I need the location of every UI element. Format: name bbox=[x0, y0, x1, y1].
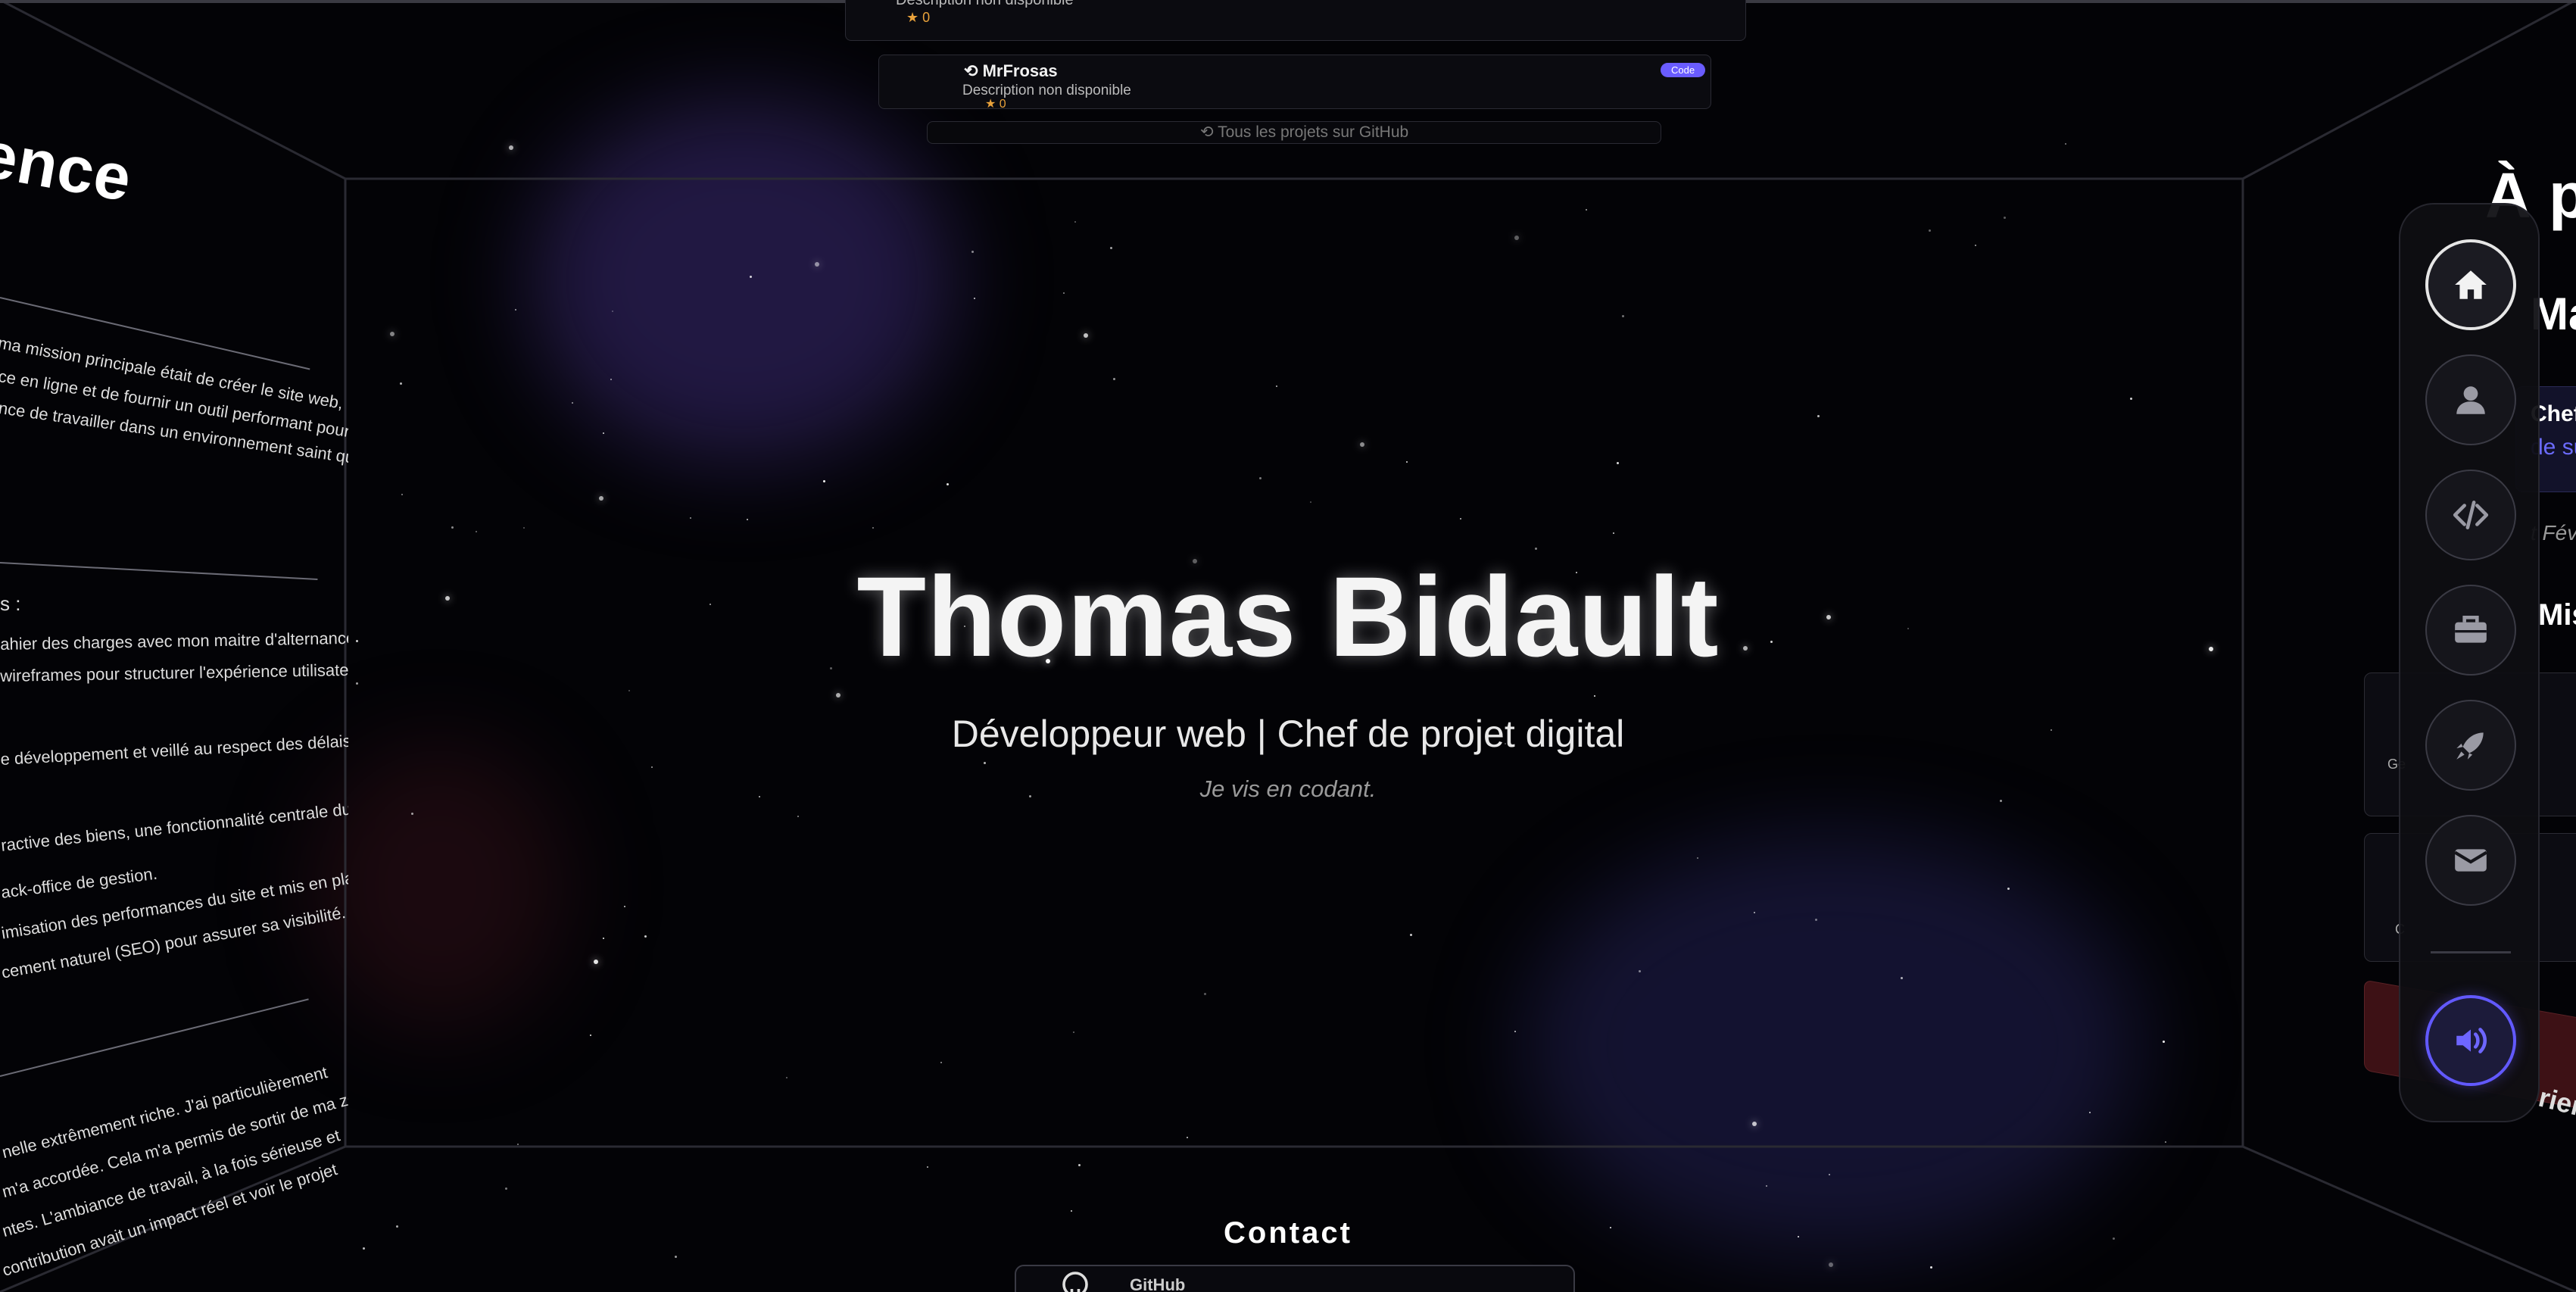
project-description: Description non disponible bbox=[896, 0, 1074, 8]
experience-label: rience bbox=[2535, 1081, 2576, 1131]
star-count: 0 bbox=[999, 98, 1006, 111]
nav-contact-button[interactable] bbox=[2425, 815, 2516, 906]
mail-icon bbox=[2454, 849, 2487, 872]
project-card-mrfrosas[interactable]: ⟲ MrFrosas Description non disponible ★ … bbox=[878, 55, 1711, 111]
hero-subtitle: Développeur web | Chef de projet digital bbox=[951, 713, 1625, 755]
nav-home-button[interactable] bbox=[2425, 239, 2516, 330]
nav-experience-button[interactable] bbox=[2425, 585, 2516, 676]
volume-icon bbox=[2456, 1028, 2487, 1053]
experience-text-line: ractive des biens, une fonctionnalité ce… bbox=[0, 795, 348, 855]
github-label: GitHub bbox=[1130, 1275, 1186, 1292]
sound-toggle-button[interactable] bbox=[2425, 995, 2516, 1086]
briefcase-icon bbox=[2455, 616, 2487, 643]
nav-separator bbox=[2431, 951, 2511, 953]
user-icon bbox=[2456, 386, 2485, 414]
hero-name: Thomas Bidault bbox=[856, 553, 1720, 680]
all-projects-link[interactable]: ⟲ Tous les projets sur GitHub bbox=[927, 121, 1661, 144]
side-navigation bbox=[2399, 203, 2540, 1122]
star-count: 0 bbox=[922, 10, 931, 25]
github-contact-link[interactable]: GitHub bbox=[1015, 1265, 1575, 1292]
experience-heading: ience bbox=[0, 114, 138, 216]
top-wall-projects: Description non disponible ★ 0 ⟲ MrFrosa… bbox=[833, 0, 1757, 151]
home-icon bbox=[2455, 270, 2487, 299]
nav-about-button[interactable] bbox=[2425, 354, 2516, 445]
nav-skills-button[interactable] bbox=[2425, 470, 2516, 560]
github-icon bbox=[1062, 1272, 1088, 1292]
hero-tagline: Je vis en codant. bbox=[1199, 776, 1377, 802]
github-icon: ⟲ bbox=[964, 61, 978, 80]
all-projects-label: ⟲ Tous les projets sur GitHub bbox=[1200, 123, 1409, 141]
divider bbox=[0, 998, 309, 1077]
code-badge: Code bbox=[1661, 63, 1706, 77]
experience-text-line: ack-office de gestion. bbox=[0, 863, 159, 902]
project-title: ⟲ MrFrosas bbox=[964, 61, 1058, 80]
nav-projects-button[interactable] bbox=[2425, 700, 2516, 791]
missions-heading: Missions bbox=[2538, 598, 2576, 632]
project-card[interactable]: Description non disponible ★ 0 bbox=[845, 0, 1746, 41]
star-icon: ★ 0 bbox=[906, 10, 931, 25]
github-icon: ⟲ bbox=[1200, 123, 1214, 141]
code-icon bbox=[2453, 501, 2489, 529]
contact-heading: Contact bbox=[1224, 1216, 1352, 1250]
rocket-icon bbox=[2456, 732, 2484, 760]
star-icon: ★ 0 bbox=[985, 98, 1006, 111]
